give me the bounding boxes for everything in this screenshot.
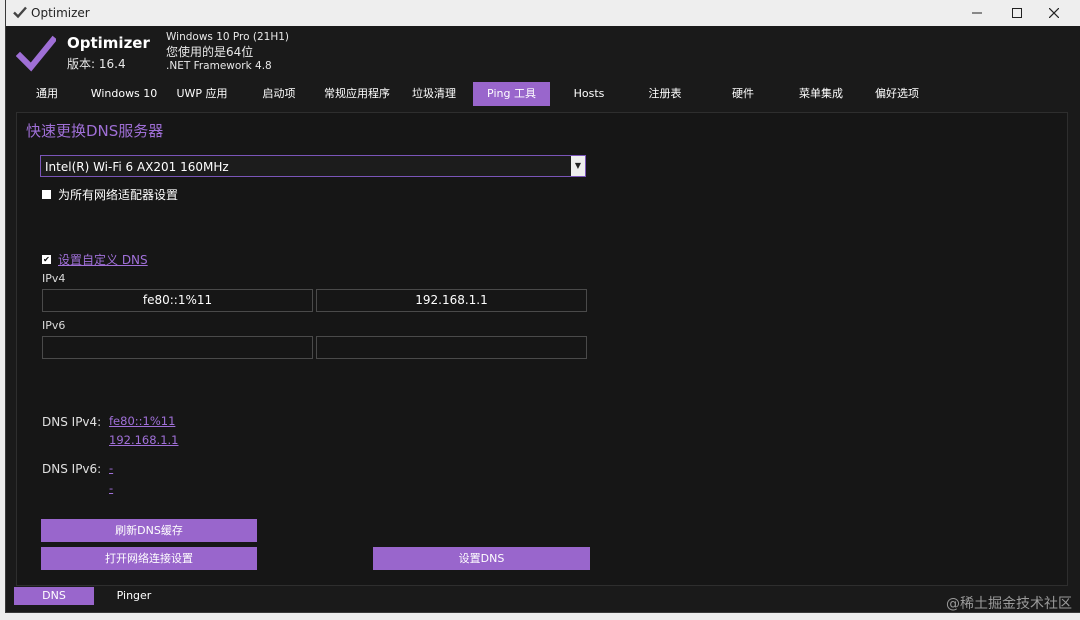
ipv4-primary-input[interactable]: fe80::1%11 — [42, 289, 313, 312]
ipv6-label: IPv6 — [42, 319, 66, 332]
app-header: Optimizer 版本: 16.4 Windows 10 Pro (21H1)… — [6, 26, 1080, 80]
tab-hosts[interactable]: Hosts — [556, 82, 622, 106]
section-title: 快速更换DNS服务器 — [26, 122, 164, 140]
ipv6-primary-input[interactable] — [42, 336, 313, 359]
os-info: Windows 10 Pro (21H1) — [166, 31, 290, 43]
tab-startup[interactable]: 启动项 — [246, 82, 312, 106]
network-settings-button[interactable]: 打开网络连接设置 — [41, 547, 257, 570]
maximize-button[interactable] — [997, 0, 1037, 26]
system-info: Windows 10 Pro (21H1) 您使用的是64位 .NET Fram… — [166, 30, 289, 74]
tab-windows10[interactable]: Windows 10 — [86, 82, 162, 106]
dns-panel: 快速更换DNS服务器 Intel(R) Wi-Fi 6 AX201 160MHz… — [16, 112, 1068, 586]
current-ipv6-label: DNS IPv6: — [42, 462, 102, 476]
current-ipv6-value-1[interactable]: - — [109, 461, 113, 475]
main-tab-bar: 通用 Windows 10 UWP 应用 启动项 常规应用程序 垃圾清理 Pin… — [6, 82, 1080, 106]
framework-info: .NET Framework 4.8 — [166, 60, 272, 72]
ipv4-secondary-input[interactable]: 192.168.1.1 — [316, 289, 587, 312]
arch-info: 您使用的是64位 — [166, 44, 254, 59]
maximize-icon — [1012, 8, 1022, 18]
close-icon — [1049, 8, 1059, 18]
adapter-selected: Intel(R) Wi-Fi 6 AX201 160MHz — [45, 160, 229, 174]
chevron-down-icon[interactable]: ▼ — [571, 156, 585, 176]
tab-hardware[interactable]: 硬件 — [710, 82, 776, 106]
logo-check-icon — [16, 35, 56, 72]
set-dns-button[interactable]: 设置DNS — [373, 547, 590, 570]
current-ipv4-value-2[interactable]: 192.168.1.1 — [109, 433, 179, 447]
app-name: Optimizer — [67, 34, 150, 52]
bottom-tab-pinger[interactable]: Pinger — [102, 587, 166, 605]
all-adapters-label: 为所有网络适配器设置 — [58, 188, 179, 202]
all-adapters-checkbox-row[interactable]: 为所有网络适配器设置 — [42, 186, 178, 203]
custom-dns-checkbox[interactable]: ✔ — [42, 255, 51, 264]
current-ipv6-value-2[interactable]: - — [109, 481, 113, 495]
bottom-tab-dns[interactable]: DNS — [14, 587, 94, 605]
tab-ping-tool[interactable]: Ping 工具 — [473, 82, 550, 106]
title-bar: Optimizer — [6, 0, 1080, 26]
ipv6-secondary-input[interactable] — [316, 336, 587, 359]
minimize-button[interactable] — [957, 0, 997, 26]
tab-menu-integration[interactable]: 菜单集成 — [785, 82, 857, 106]
tab-preferences[interactable]: 偏好选项 — [864, 82, 930, 106]
minimize-icon — [972, 12, 982, 14]
watermark: @稀土掘金技术社区 — [946, 596, 1072, 612]
check-icon — [13, 6, 27, 19]
tab-general[interactable]: 通用 — [16, 82, 78, 106]
current-ipv4-value-1[interactable]: fe80::1%11 — [109, 414, 175, 428]
custom-dns-label[interactable]: 设置自定义 DNS — [58, 251, 148, 268]
ipv4-label: IPv4 — [42, 272, 66, 285]
close-button[interactable] — [1034, 0, 1074, 26]
flush-dns-button[interactable]: 刷新DNS缓存 — [41, 519, 257, 542]
tab-cleanup[interactable]: 垃圾清理 — [402, 82, 466, 106]
tab-uwp-apps[interactable]: UWP 应用 — [166, 82, 238, 106]
current-ipv4-label: DNS IPv4: — [42, 415, 102, 429]
all-adapters-checkbox[interactable] — [42, 190, 51, 199]
app-version: 版本: 16.4 — [67, 57, 126, 71]
window-title: Optimizer — [31, 6, 90, 20]
tab-registry[interactable]: 注册表 — [632, 82, 698, 106]
custom-dns-checkbox-row[interactable]: ✔ 设置自定义 DNS — [42, 251, 148, 268]
tab-common-apps[interactable]: 常规应用程序 — [314, 82, 400, 106]
adapter-dropdown[interactable]: Intel(R) Wi-Fi 6 AX201 160MHz ▼ — [40, 155, 586, 177]
app-window: Optimizer Optimizer 版本: 16.4 Windows 10 … — [6, 0, 1080, 612]
